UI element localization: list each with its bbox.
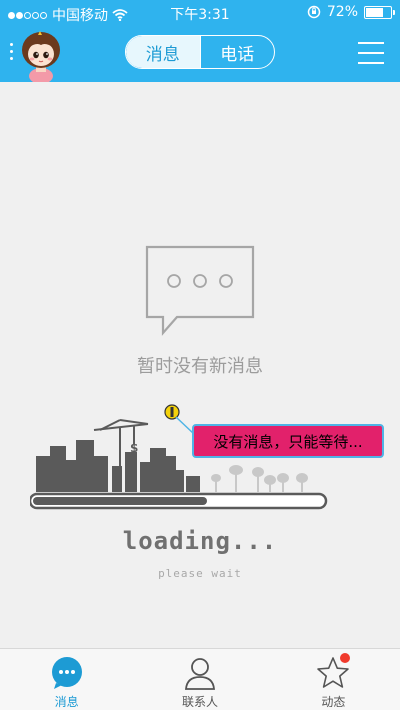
- loading-text: loading...: [122, 527, 278, 555]
- chat-bubble-icon: [51, 657, 82, 689]
- tabbar-item-contacts[interactable]: 联系人: [133, 649, 266, 710]
- tab-messages[interactable]: 消息: [126, 36, 200, 68]
- segmented-control: 消息 电话: [125, 35, 275, 69]
- empty-state-text: 暂时没有新消息: [137, 356, 263, 377]
- header: 中国移动 下午3:31 72% 消息 电话: [0, 0, 400, 82]
- tabbar-label-contacts: 联系人: [181, 695, 218, 709]
- contacts-icon: [185, 658, 215, 690]
- tabbar-item-messages[interactable]: 消息: [0, 649, 133, 710]
- tab-phone[interactable]: 电话: [199, 36, 275, 68]
- orientation-lock-icon: [307, 5, 321, 19]
- status-right: 72%: [307, 4, 395, 20]
- city-loading-illustration: $: [30, 404, 328, 510]
- hamburger-menu-icon[interactable]: [358, 42, 384, 64]
- please-wait-text: please wait: [158, 567, 242, 580]
- tabbar-label-messages: 消息: [54, 695, 79, 709]
- avatar[interactable]: [16, 26, 66, 82]
- battery-icon: [364, 5, 395, 19]
- side-menu-dots-icon[interactable]: [10, 43, 14, 64]
- empty-message-icon: [145, 245, 255, 336]
- svg-text:$: $: [130, 441, 138, 455]
- tabbar-label-moments: 动态: [321, 695, 346, 709]
- tabbar-item-moments[interactable]: 动态: [267, 649, 400, 710]
- notification-badge: [340, 653, 350, 663]
- battery-fill: [366, 7, 384, 17]
- waiting-speech-bubble: 没有消息，只能等待...: [192, 424, 384, 458]
- loading-progress-fill: [33, 497, 207, 505]
- battery-percent: 72%: [326, 4, 358, 20]
- status-bar: 中国移动 下午3:31 72%: [0, 0, 400, 26]
